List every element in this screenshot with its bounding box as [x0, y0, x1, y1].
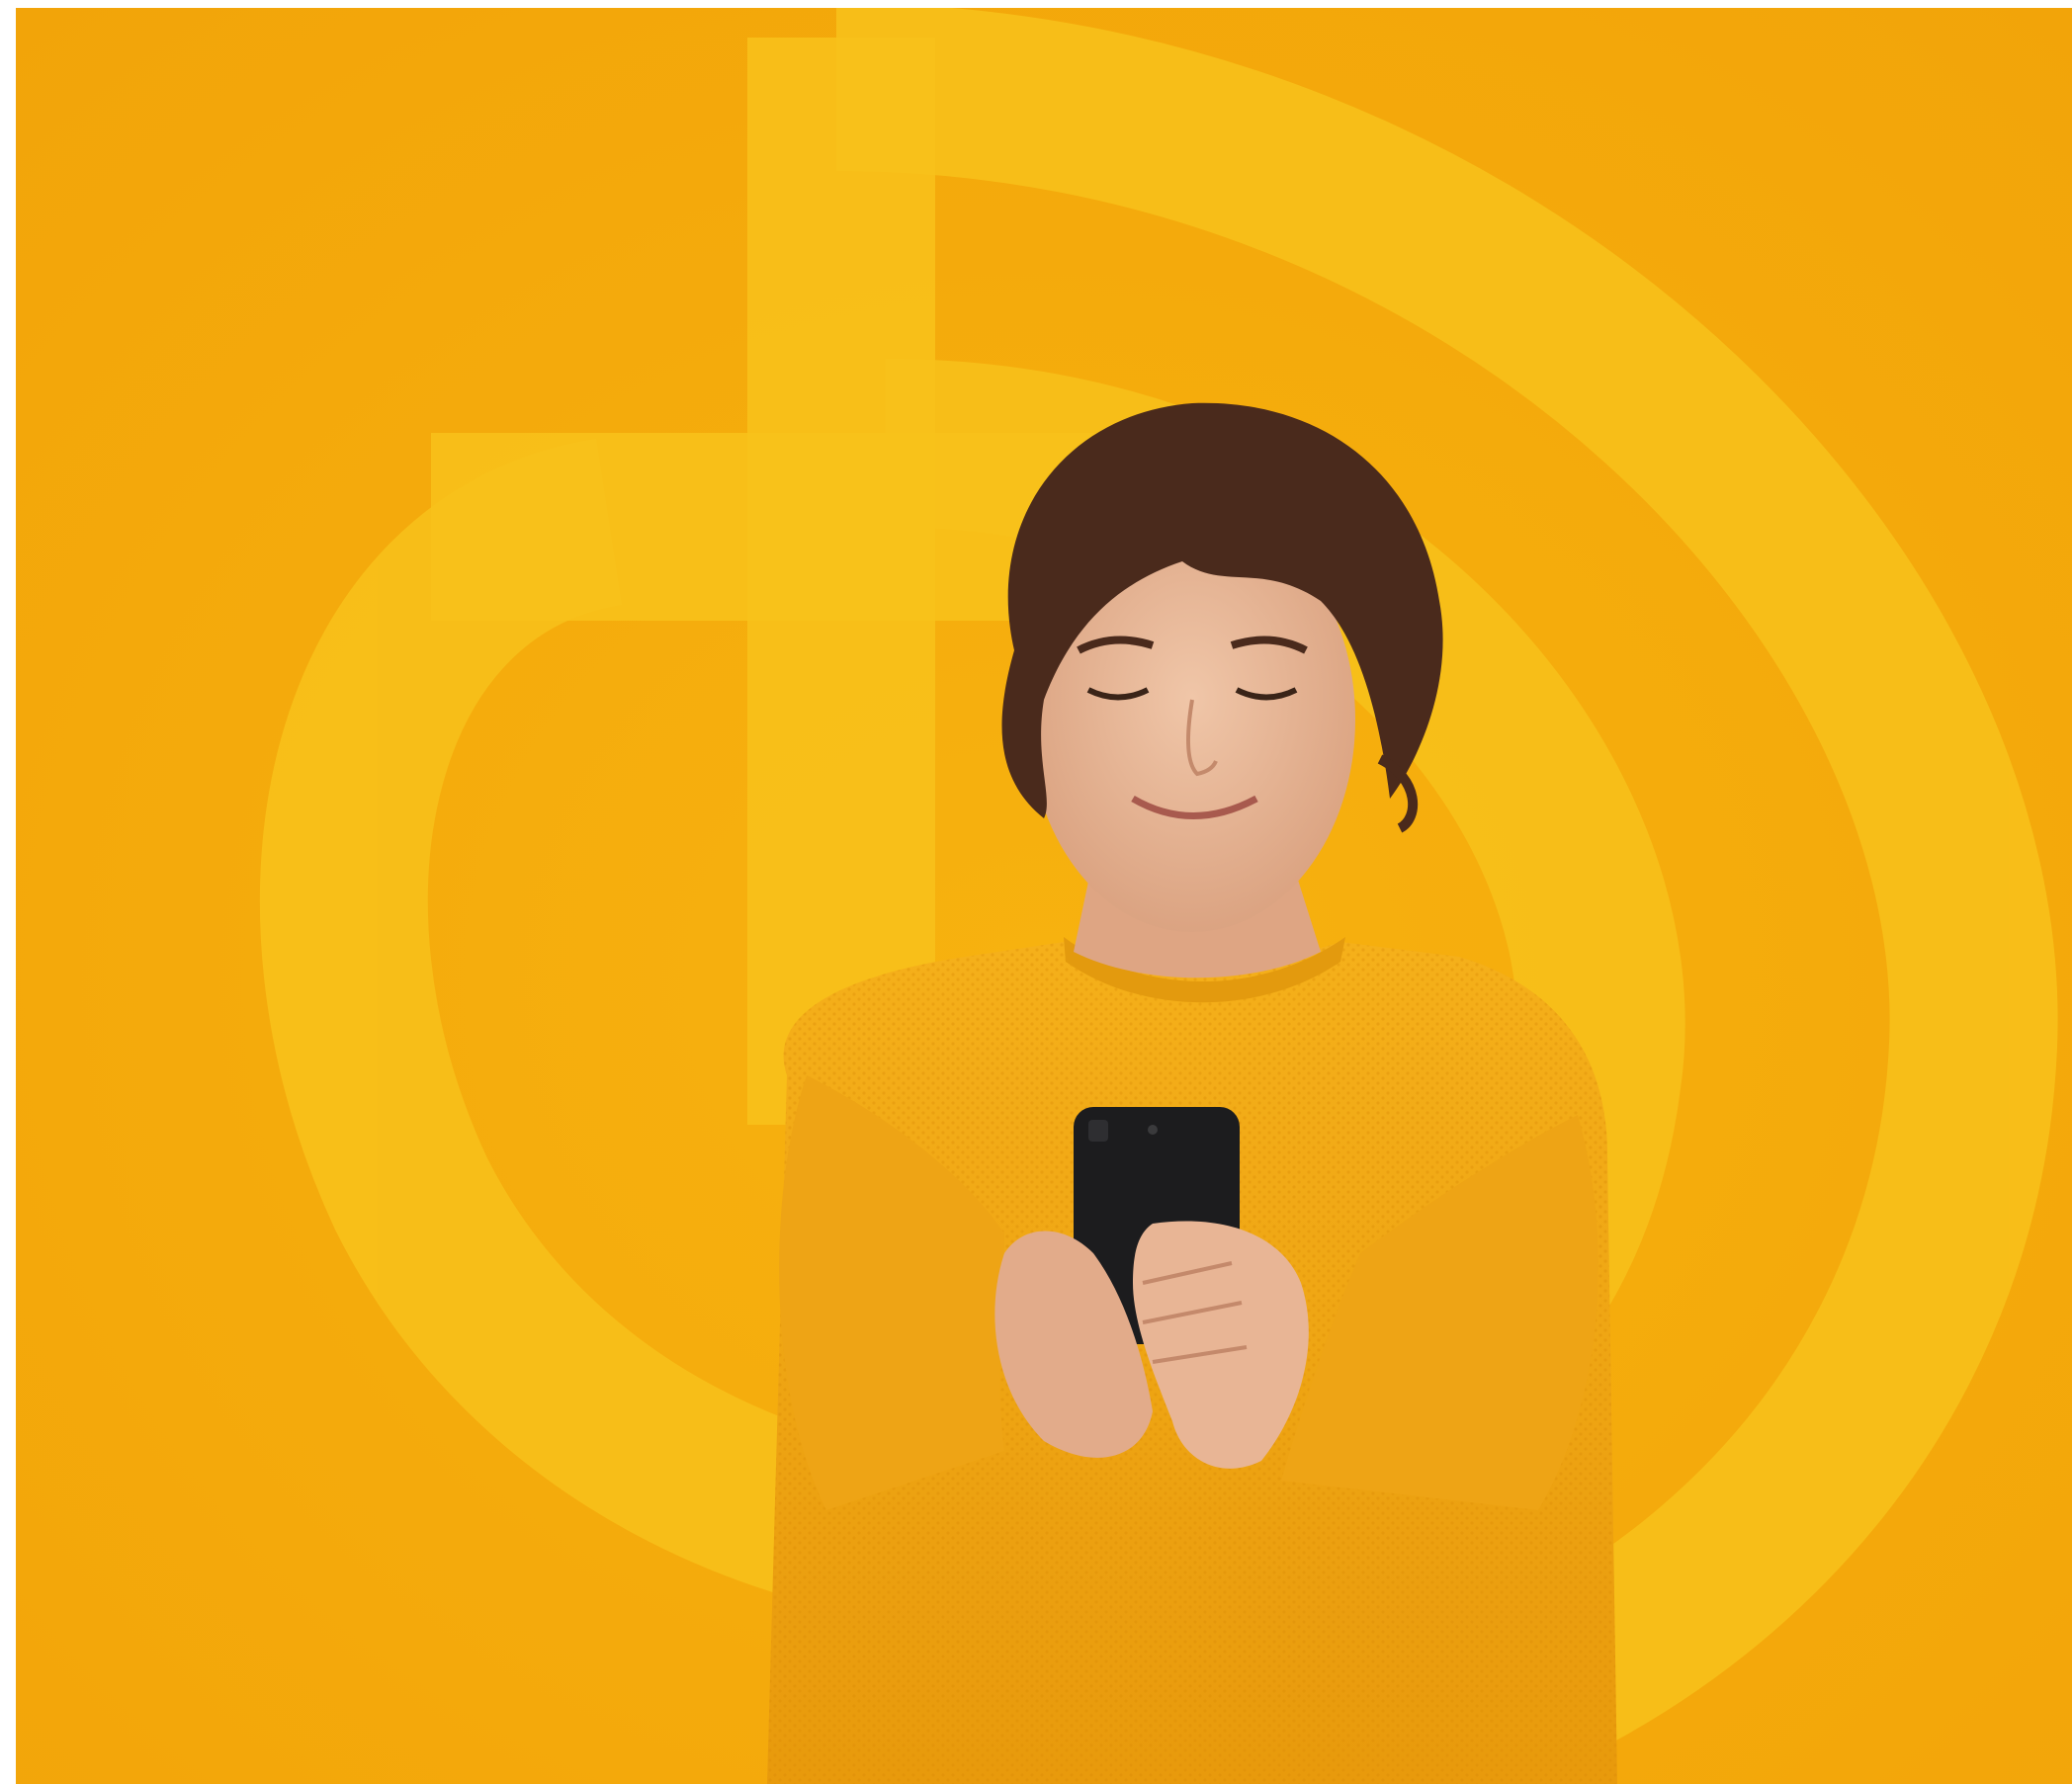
- emblem-bar-horizontal: [431, 433, 1103, 621]
- image-frame: [0, 0, 2072, 1784]
- photo: [16, 8, 2072, 1784]
